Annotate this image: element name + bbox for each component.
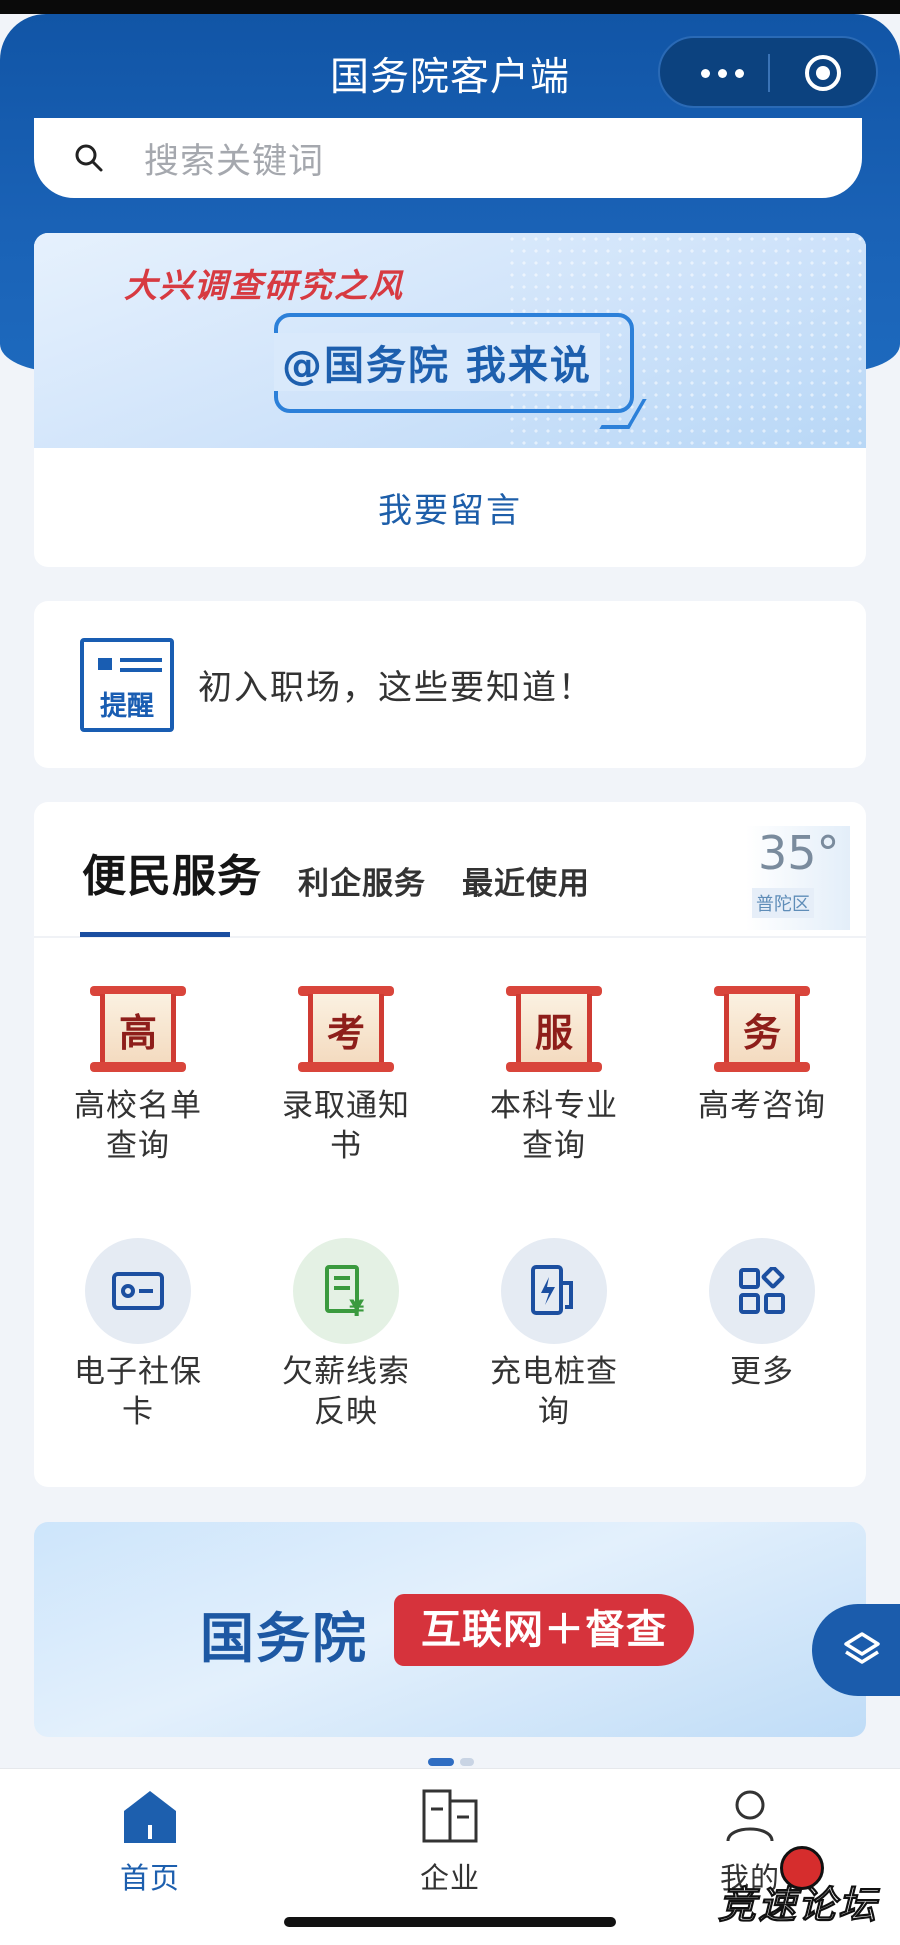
service-item-label: 高考咨询	[698, 1088, 826, 1124]
person-icon	[726, 1790, 774, 1842]
scroll-icon: 务	[710, 980, 814, 1078]
service-tabs: 便民服务 利企服务 最近使用 35° 普陀区	[34, 802, 866, 938]
search-placeholder: 搜索关键词	[144, 141, 325, 182]
reminder-badge-text: 提醒	[100, 690, 154, 722]
tab-recently-used[interactable]: 最近使用	[462, 858, 590, 903]
carousel-dot-active	[428, 1758, 454, 1766]
floating-layers-button[interactable]	[812, 1604, 900, 1696]
watermark-text: 竞速论坛	[717, 1883, 879, 1928]
capsule-divider	[768, 54, 770, 92]
survey-subline: @国务院 我来说	[274, 333, 600, 391]
miniprogram-capsule	[658, 36, 878, 108]
grid-more-icon	[709, 1238, 815, 1344]
wage-report-icon: ¥	[293, 1238, 399, 1344]
inspection-banner-title: 国务院	[200, 1607, 368, 1670]
leave-message-button[interactable]: 我要留言	[34, 448, 866, 567]
status-bar	[0, 0, 900, 14]
home-icon	[124, 1791, 176, 1843]
weather-temperature: 35°	[758, 826, 840, 880]
notice-card[interactable]: 提醒 初入职场，这些要知道！	[34, 601, 866, 768]
layers-icon	[844, 1632, 880, 1664]
carousel-indicator	[428, 1758, 474, 1766]
building-icon	[422, 1789, 478, 1843]
service-item-label: 录取通知书	[282, 1088, 410, 1164]
service-item-label: 充电桩查询	[490, 1354, 618, 1430]
svg-text:¥: ¥	[349, 1297, 365, 1318]
inspection-banner[interactable]: 国务院 互联网＋督查	[34, 1522, 866, 1737]
search-icon	[75, 144, 103, 172]
service-item-wage-report[interactable]: ¥ 欠薪线索反映	[242, 1234, 450, 1432]
weather-widget[interactable]: 35° 普陀区	[746, 826, 850, 930]
site-watermark: 竞速论坛	[700, 1846, 900, 1942]
service-item-label: 本科专业查询	[490, 1088, 618, 1164]
tabbar-label: 企业	[419, 1861, 480, 1895]
service-item-label: 更多	[730, 1354, 794, 1390]
scroll-icon: 考	[294, 980, 398, 1078]
service-item-social-security-card[interactable]: 电子社保卡	[34, 1234, 242, 1432]
notice-text: 初入职场，这些要知道！	[198, 668, 594, 708]
tabbar-label: 首页	[119, 1861, 180, 1895]
service-item-label: 欠薪线索反映	[282, 1354, 410, 1430]
service-item-exam-consult[interactable]: 务 高考咨询	[658, 980, 866, 1126]
service-item-admission-letter[interactable]: 考 录取通知书	[242, 980, 450, 1166]
service-item-university-list[interactable]: 高 高校名单查询	[34, 980, 242, 1166]
service-item-label: 电子社保卡	[74, 1354, 202, 1430]
survey-banner-image[interactable]: 大兴调查研究之风 @国务院 我来说	[34, 233, 866, 448]
service-item-label: 高校名单查询	[74, 1088, 202, 1164]
survey-banner-card[interactable]: 大兴调查研究之风 @国务院 我来说 我要留言	[34, 233, 866, 567]
social-security-card-icon	[85, 1238, 191, 1344]
charging-pile-icon	[501, 1238, 607, 1344]
tab-convenience-services[interactable]: 便民服务	[82, 840, 262, 904]
carousel-dot	[460, 1758, 474, 1766]
tabbar-item-home[interactable]: 首页	[60, 1787, 240, 1897]
service-item-major-query[interactable]: 服 本科专业查询	[450, 980, 658, 1166]
weather-district: 普陀区	[752, 888, 814, 918]
tab-enterprise-services[interactable]: 利企服务	[298, 858, 426, 903]
services-card: 便民服务 利企服务 最近使用 35° 普陀区 高 高校名单查询 考 录取通知书	[34, 802, 866, 1487]
active-tab-indicator	[80, 932, 230, 937]
service-item-charging-pile[interactable]: 充电桩查询	[450, 1234, 658, 1432]
survey-headline: 大兴调查研究之风	[124, 266, 404, 305]
scroll-icon: 服	[502, 980, 606, 1078]
service-item-more[interactable]: 更多	[658, 1234, 866, 1392]
tabbar-item-enterprise[interactable]: 企业	[360, 1787, 540, 1897]
more-dots-icon[interactable]	[692, 56, 752, 90]
search-bar[interactable]: 搜索关键词	[34, 118, 862, 198]
scroll-icon: 高	[86, 980, 190, 1078]
inspection-banner-pill: 互联网＋督查	[394, 1594, 694, 1666]
target-icon[interactable]	[802, 52, 844, 94]
reminder-icon: 提醒	[80, 637, 174, 732]
home-indicator	[284, 1917, 616, 1927]
